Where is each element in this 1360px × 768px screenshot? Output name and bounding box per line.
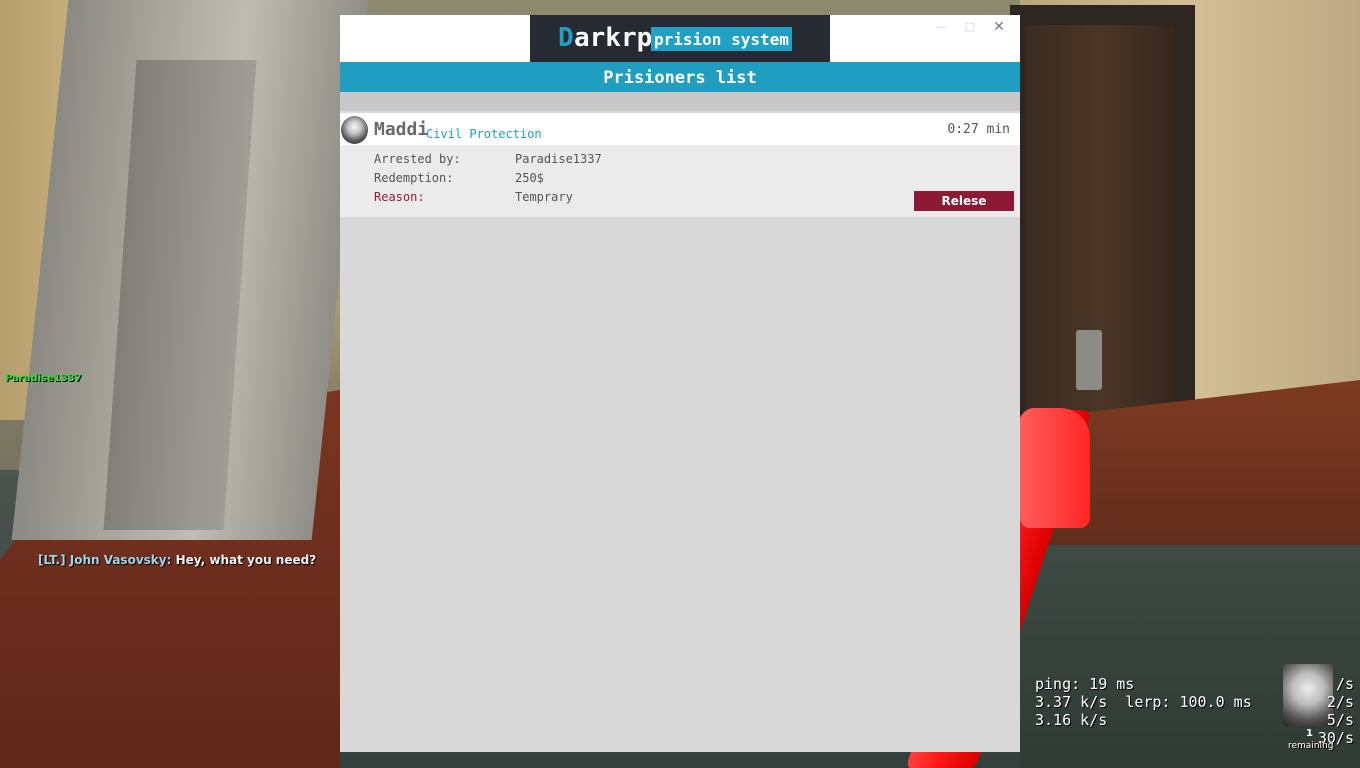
arrested-by-label: Arrested by:: [374, 152, 461, 166]
brand-initial: D: [558, 23, 574, 53]
prisoner-time-remaining: 0:27 min: [947, 122, 1010, 137]
redemption-value: 250$: [515, 171, 544, 185]
prisoner-entry-details: Arrested by: Paradise1337 Redemption: 25…: [340, 145, 1020, 217]
rate-1: /s: [1335, 675, 1354, 693]
chat-text: Hey, what you need?: [171, 553, 317, 567]
prisoner-avatar-icon: [341, 116, 368, 144]
prison-system-window: D arkrp prision system — □ ✕ Prisioners …: [340, 15, 1020, 752]
hud-remaining-label: remaining: [1288, 741, 1334, 751]
netgraph-in-rate: 3.37 k/s lerp: 100.0 ms: [1035, 693, 1252, 711]
brand-logo: D arkrp prision system: [530, 15, 830, 62]
brand-subtitle: prision system: [651, 27, 792, 51]
player-name-tag: Paradise1337: [5, 373, 82, 384]
prisoner-entry: Maddi Civil Protection 0:27 min Arrested…: [340, 113, 1020, 217]
reason-label: Reason:: [374, 190, 425, 204]
prisoner-team: Civil Protection: [426, 127, 542, 141]
scene-door-handle: [1076, 330, 1102, 390]
netgraph-rates: /s 2/s 5/s 30/s: [1316, 675, 1354, 747]
arrested-by-value: Paradise1337: [515, 152, 602, 166]
maximize-icon[interactable]: □: [959, 19, 981, 35]
list-subheader-bar: [340, 92, 1020, 111]
chat-speaker: [LT.] John Vasovsky:: [38, 553, 172, 567]
netgraph-ping: ping: 19 ms: [1035, 675, 1135, 693]
minimize-icon[interactable]: —: [930, 19, 952, 35]
reason-value: Temprary: [515, 190, 573, 204]
prisoner-entry-header: Maddi Civil Protection 0:27 min: [340, 113, 1020, 145]
crowbar-weapon-head: [1020, 408, 1090, 528]
prisoners-list-header: Prisioners list: [340, 62, 1020, 92]
brand-name: arkrp: [574, 23, 653, 53]
hud-count: 1: [1306, 728, 1313, 739]
window-titlebar: D arkrp prision system — □ ✕: [340, 15, 1020, 62]
redemption-label: Redemption:: [374, 171, 454, 185]
close-icon[interactable]: ✕: [988, 19, 1010, 35]
release-button[interactable]: Relese: [914, 191, 1014, 211]
rate-2: 2/s: [1326, 693, 1354, 711]
netgraph-out-rate: 3.16 k/s: [1035, 711, 1108, 729]
rate-3: 5/s: [1326, 711, 1354, 729]
netgraph: ping: 19 ms 3.37 k/s lerp: 100.0 ms 3.16…: [1035, 675, 1252, 729]
chat-message: [LT.] John Vasovsky: Hey, what you need?: [38, 553, 316, 567]
prisoner-name: Maddi: [374, 119, 429, 140]
